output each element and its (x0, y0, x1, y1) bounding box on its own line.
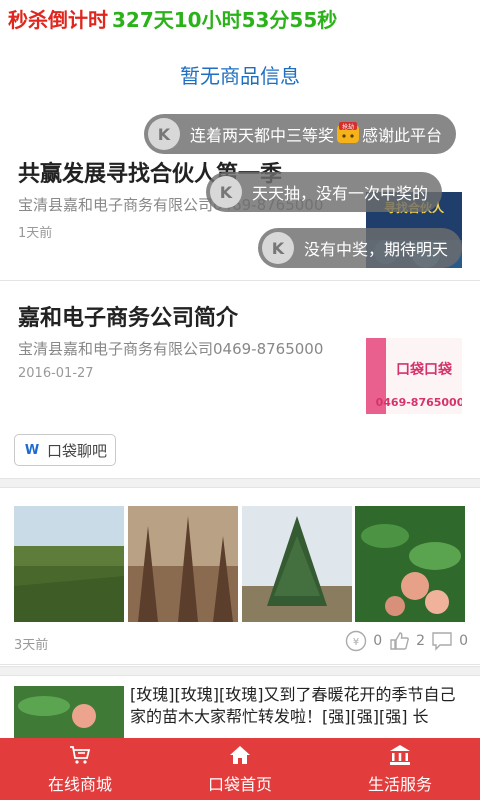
avatar: K (148, 118, 180, 150)
post-photo[interactable] (355, 506, 466, 622)
avatar: K (262, 232, 294, 264)
article-date: 2016-01-27 (18, 366, 94, 381)
danmaku-bubble: K 连着两天都中三等奖 抢劫 感谢此平台 (144, 114, 457, 154)
article-title: 嘉和电子商务公司简介 (18, 306, 239, 331)
article-thumbnail: 口袋口袋 0469-8765000 (366, 338, 462, 414)
post-photo[interactable] (241, 506, 353, 622)
like-count: 2 (416, 633, 426, 649)
bank-icon (388, 743, 412, 767)
danmaku-text: 连着两天都中三等奖 (190, 126, 335, 145)
post-thumbnail[interactable] (14, 686, 124, 740)
like-icon[interactable] (388, 630, 410, 652)
danmaku-text-after: 感谢此平台 (362, 126, 443, 145)
cart-icon (68, 743, 92, 767)
tab-label: 生活服务 (367, 775, 432, 794)
emoji-caption: 抢劫 (342, 123, 354, 131)
article-date: 1天前 (18, 226, 53, 241)
thumb-caption: 口袋口袋 (396, 361, 453, 378)
photo-grid (14, 506, 466, 622)
article-meta: 宝清县嘉和电子商务有限公司0469-8765000 (18, 340, 324, 358)
comment-count: 0 (459, 633, 468, 649)
koudai-logo-icon: W (24, 442, 40, 458)
thumb-phone: 0469-8765000 (376, 396, 462, 409)
post-photo[interactable] (14, 506, 125, 622)
flash-sale-countdown: 秒杀倒计时 327天10小时53分55秒 (0, 0, 480, 36)
danmaku-bubble: K 天天抽，没有一次中奖的 (206, 172, 443, 212)
post-stats: ¥ 0 2 0 (345, 630, 468, 652)
section-gap (0, 478, 480, 488)
countdown-time: 327天10小时53分55秒 (112, 8, 338, 32)
tab-label: 在线商城 (47, 775, 112, 794)
article-item[interactable]: 嘉和电子商务公司简介 宝清县嘉和电子商务有限公司0469-8765000 201… (0, 282, 480, 422)
emoji-icon: 抢劫 (336, 122, 360, 146)
danmaku-bubble: K 没有中奖，期待明天 (258, 228, 463, 268)
post-photo[interactable] (127, 506, 239, 622)
post-time: 3天前 (14, 638, 49, 653)
no-goods-text: 暂无商品信息 (180, 64, 300, 88)
post-text[interactable]: [玫瑰][玫瑰][玫瑰]又到了春暖花开的季节自己家的苗木大家帮忙转发啦！[强][… (130, 684, 466, 728)
tag-chip[interactable]: W 口袋聊吧 (14, 434, 117, 466)
svg-text:¥: ¥ (353, 637, 359, 648)
bottom-tab-bar: 在线商城 口袋首页 生活服务 (0, 738, 480, 800)
tab-label: 口袋首页 (207, 775, 272, 794)
reward-icon[interactable]: ¥ (345, 630, 367, 652)
divider (0, 664, 480, 665)
comment-icon[interactable] (431, 630, 453, 652)
countdown-label: 秒杀倒计时 (8, 8, 108, 32)
section-gap (0, 666, 480, 676)
danmaku-text: 没有中奖，期待明天 (304, 240, 449, 259)
avatar: K (210, 176, 242, 208)
tag-label: 口袋聊吧 (47, 441, 108, 460)
tab-life-services[interactable]: 生活服务 (320, 738, 480, 800)
home-icon (228, 743, 252, 767)
tab-home[interactable]: 口袋首页 (160, 738, 320, 800)
danmaku-text: 天天抽，没有一次中奖的 (252, 184, 429, 203)
divider (0, 280, 480, 281)
reward-count: 0 (373, 633, 383, 649)
tab-online-mall[interactable]: 在线商城 (0, 738, 160, 800)
